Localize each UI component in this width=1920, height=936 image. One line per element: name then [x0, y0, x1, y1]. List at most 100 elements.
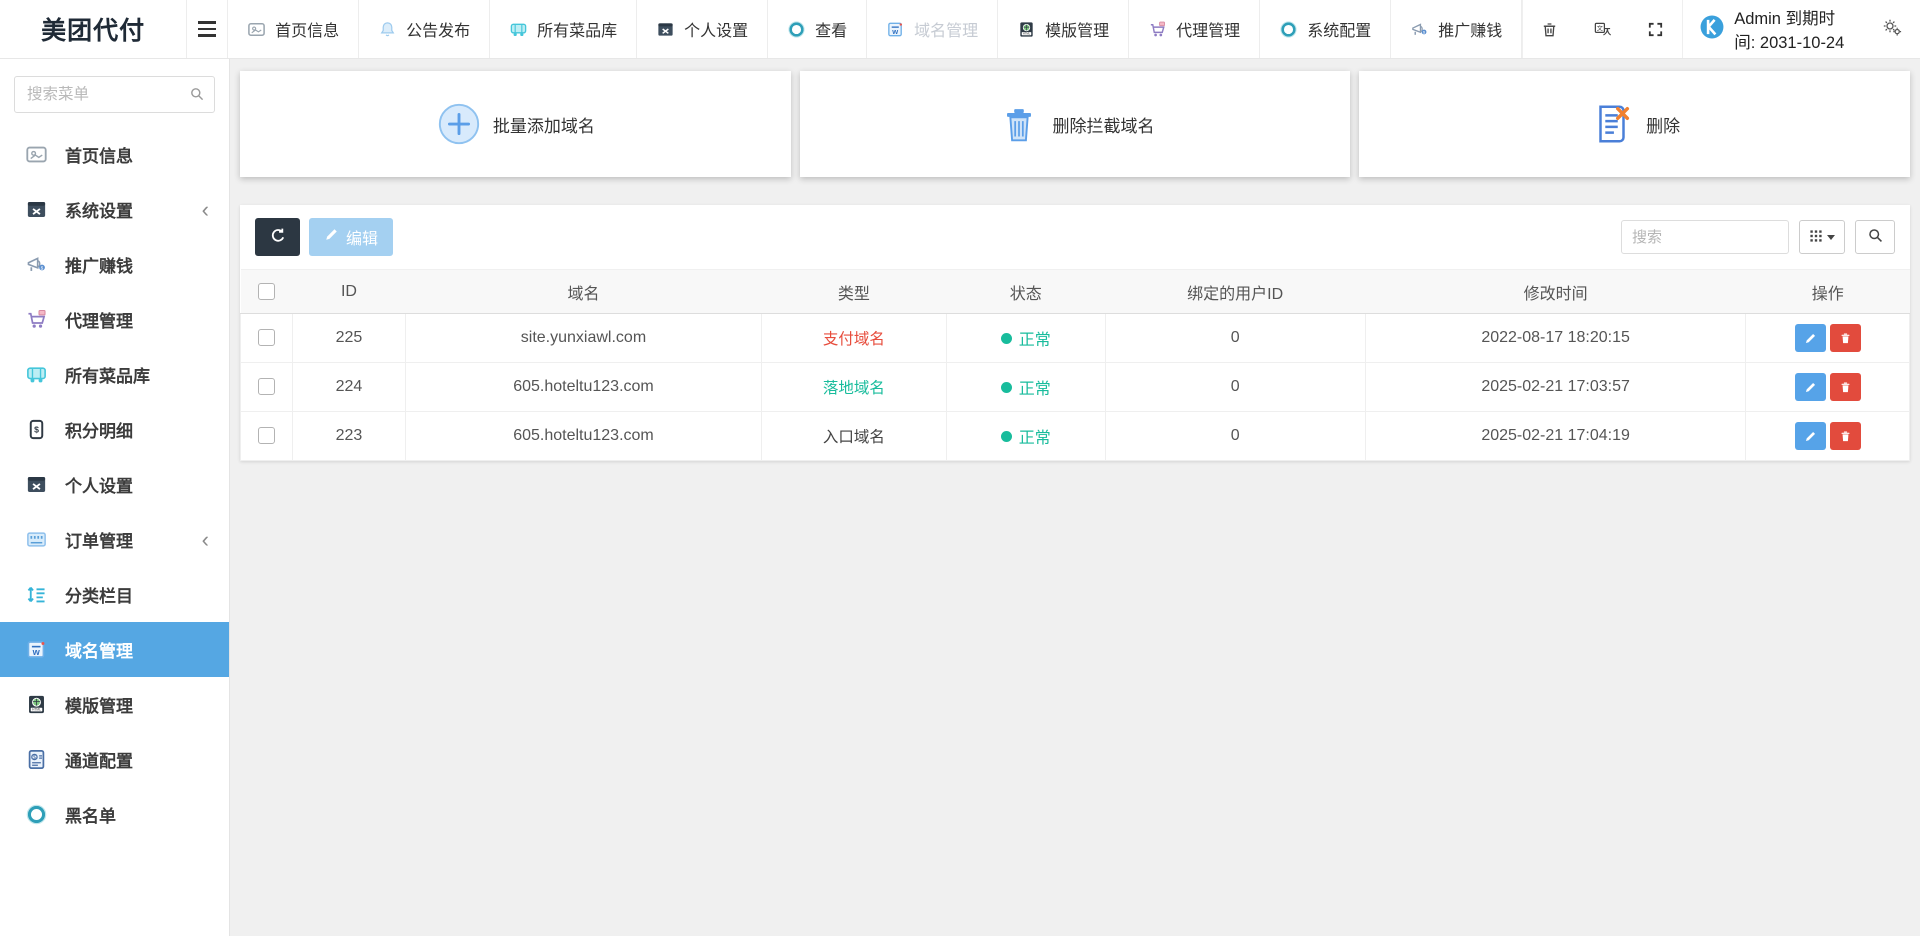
refresh-button[interactable]: [255, 218, 300, 256]
home-info-icon: [247, 20, 266, 39]
card-delete-intercepted-domain[interactable]: 删除拦截域名: [800, 71, 1351, 177]
svg-text:$: $: [1423, 30, 1425, 34]
card-label: 删除: [1646, 112, 1680, 137]
sidebar-item-promotion-earn[interactable]: $ 推广赚钱: [0, 237, 229, 292]
sidebar-item-points-detail[interactable]: $积分明细: [0, 402, 229, 457]
tab-domain-management[interactable]: w域名管理: [866, 0, 997, 58]
card-label: 删除拦截域名: [1053, 112, 1155, 137]
doc-x-icon: [1589, 101, 1635, 147]
search-button[interactable]: [1855, 220, 1895, 254]
sidebar-item-personal-settings[interactable]: 个人设置: [0, 457, 229, 512]
columns-dropdown-button[interactable]: [1799, 220, 1845, 254]
quick-action-cards: 批量添加域名 删除拦截域名 删除: [240, 71, 1910, 177]
edit-button[interactable]: 编辑: [309, 218, 393, 256]
svg-text:$: $: [34, 425, 39, 435]
tab-view[interactable]: 查看: [767, 0, 866, 58]
tab-label: 公告发布: [406, 17, 470, 41]
tab-agent-management[interactable]: 代理管理: [1128, 0, 1259, 58]
cell-bound-user-id: 0: [1105, 363, 1365, 412]
cell-id: 225: [292, 314, 405, 363]
topbar-right: 文 Admin 到期时间: 2031-10-24: [1522, 0, 1920, 58]
tab-label: 首页信息: [275, 17, 339, 41]
user-menu[interactable]: Admin 到期时间: 2031-10-24: [1682, 0, 1864, 58]
sidebar-item-all-products[interactable]: 所有菜品库: [0, 347, 229, 402]
sidebar-item-system-settings[interactable]: 系统设置‹: [0, 182, 229, 237]
tab-all-products[interactable]: 所有菜品库: [489, 0, 636, 58]
column-header: ID: [292, 270, 405, 314]
tab-announcements[interactable]: 公告发布: [358, 0, 489, 58]
svg-text:文: 文: [1597, 24, 1603, 32]
svg-text:HTML: HTML: [32, 708, 41, 712]
fullscreen-icon[interactable]: [1629, 0, 1682, 58]
row-checkbox[interactable]: [258, 427, 275, 444]
row-checkbox[interactable]: [258, 378, 275, 395]
sidebar-item-label: 所有菜品库: [65, 362, 150, 387]
megaphone-icon: $: [1410, 20, 1429, 39]
cell-actions: [1746, 412, 1910, 461]
select-all-checkbox[interactable]: [258, 283, 275, 300]
cell-id: 223: [292, 412, 405, 461]
translate-icon[interactable]: 文: [1576, 0, 1629, 58]
row-delete-button[interactable]: [1830, 422, 1861, 450]
row-delete-button[interactable]: [1830, 373, 1861, 401]
sidebar-item-domain-management[interactable]: w域名管理: [0, 622, 229, 677]
cell-modified-time: 2025-02-21 17:04:19: [1365, 412, 1746, 461]
tab-label: 所有菜品库: [537, 17, 617, 41]
column-header: 域名: [406, 270, 761, 314]
user-expiry-text: Admin 到期时间: 2031-10-24: [1734, 5, 1852, 53]
row-checkbox-cell: [241, 412, 293, 461]
sidebar-item-agent-management[interactable]: 代理管理: [0, 292, 229, 347]
topbar: 美团代付 首页信息公告发布所有菜品库个人设置查看w域名管理HTML模版管理代理管…: [0, 0, 1920, 59]
tab-personal-settings[interactable]: 个人设置: [636, 0, 767, 58]
tab-promotion-earn[interactable]: $推广赚钱: [1390, 0, 1522, 58]
status-dot-icon: [1001, 431, 1012, 442]
sidebar-item-home-info[interactable]: 首页信息: [0, 127, 229, 182]
home-info-icon: [25, 143, 48, 166]
orders-icon: [25, 528, 48, 551]
sidebar-search-input[interactable]: [14, 76, 215, 113]
settings-gears-icon[interactable]: [1864, 0, 1920, 58]
row-edit-button[interactable]: [1795, 324, 1826, 352]
menu-toggle-icon[interactable]: [186, 0, 227, 58]
row-edit-button[interactable]: [1795, 422, 1826, 450]
sidebar-item-label: 通道配置: [65, 747, 133, 772]
chevron-left-icon: ‹: [202, 529, 209, 551]
row-delete-button[interactable]: [1830, 324, 1861, 352]
sidebar-item-label: 首页信息: [65, 142, 133, 167]
tab-system-config[interactable]: 系统配置: [1259, 0, 1390, 58]
window-tools-icon: [656, 20, 675, 39]
sort-list-icon: [25, 583, 48, 606]
row-checkbox[interactable]: [258, 329, 275, 346]
table-row: 223605.hoteltu123.com入口域名正常02025-02-21 1…: [241, 412, 1910, 461]
card-delete[interactable]: 删除: [1359, 71, 1910, 177]
tab-label: 系统配置: [1307, 17, 1371, 41]
domain-table: ID域名类型状态绑定的用户ID修改时间操作 225site.yunxiawl.c…: [240, 269, 1910, 461]
card-batch-add-domain[interactable]: 批量添加域名: [240, 71, 791, 177]
column-header: 绑定的用户ID: [1105, 270, 1365, 314]
cell-id: 224: [292, 363, 405, 412]
brand-k-logo: [1699, 14, 1725, 45]
trash-icon[interactable]: [1522, 0, 1576, 58]
cell-type: 支付域名: [761, 314, 946, 363]
grid-icon: [1809, 229, 1823, 246]
megaphone-icon: $: [25, 253, 48, 276]
html-doc-icon: HTML: [1017, 20, 1036, 39]
sidebar-item-template-management[interactable]: HTML模版管理: [0, 677, 229, 732]
sidebar-item-label: 推广赚钱: [65, 252, 133, 277]
column-header: 状态: [946, 270, 1105, 314]
window-tools-icon: [25, 473, 48, 496]
tab-home-info[interactable]: 首页信息: [227, 0, 358, 58]
row-edit-button[interactable]: [1795, 373, 1826, 401]
sidebar-item-blacklist[interactable]: 黑名单: [0, 787, 229, 842]
tab-template-management[interactable]: HTML模版管理: [997, 0, 1128, 58]
sidebar-item-category-columns[interactable]: 分类栏目: [0, 567, 229, 622]
search-icon: [189, 86, 205, 107]
sidebar-item-label: 代理管理: [65, 307, 133, 332]
sidebar-item-channel-config[interactable]: $通道配置: [0, 732, 229, 787]
cart-icon: [25, 308, 48, 331]
svg-text:w: w: [32, 647, 41, 657]
table-search-input[interactable]: [1621, 220, 1789, 254]
sidebar-item-order-management[interactable]: 订单管理‹: [0, 512, 229, 567]
truck-icon: [509, 20, 528, 39]
points-icon: $: [25, 418, 48, 441]
